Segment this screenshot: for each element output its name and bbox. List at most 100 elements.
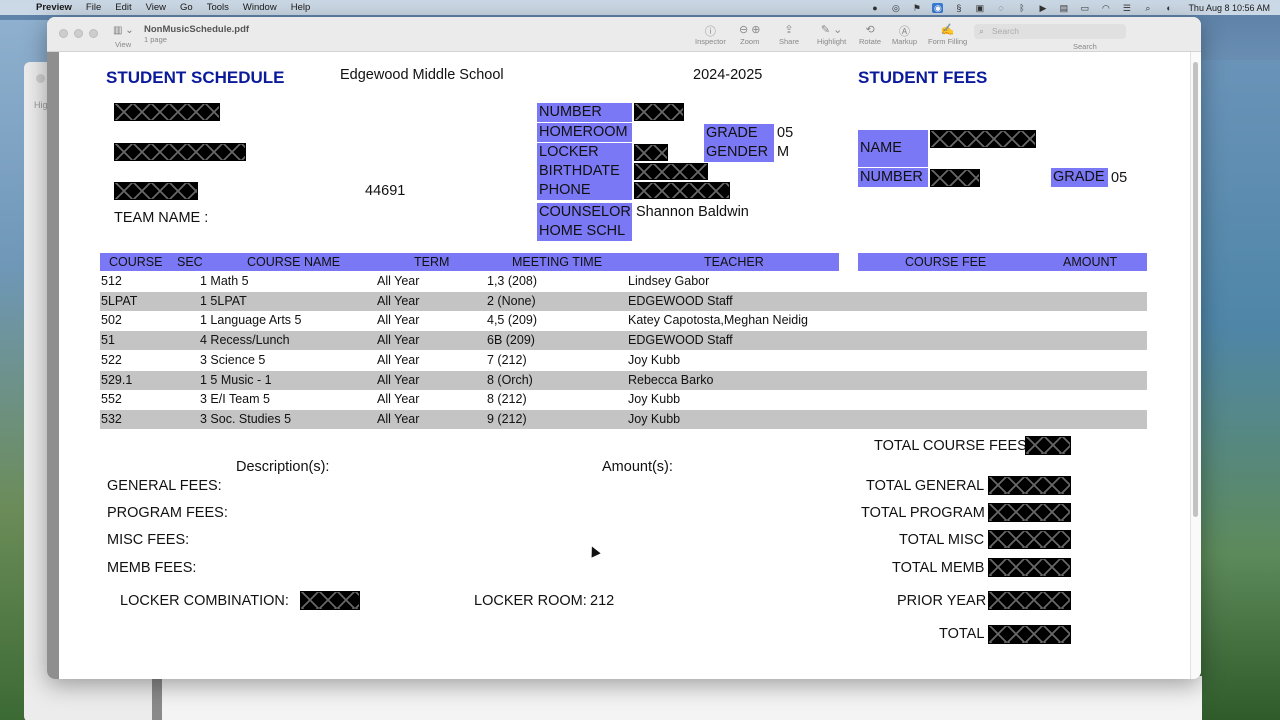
background-window-label: Hig <box>34 100 48 110</box>
counselor-label: COUNSELOR <box>537 203 632 222</box>
form-filling-label: Form Filling <box>928 37 968 46</box>
document-page-count: 1 page <box>144 35 167 44</box>
menu-edit[interactable]: Edit <box>115 2 131 13</box>
menu-tools[interactable]: Tools <box>207 2 229 13</box>
total-label: TOTAL <box>939 626 985 642</box>
redacted-student-name <box>114 103 220 121</box>
highlight-button[interactable]: ✎ ⌄ Highlight <box>817 23 846 46</box>
minimize-window-button[interactable] <box>74 29 83 38</box>
status-record-icon[interactable]: ● <box>869 3 880 13</box>
total-course-fees-label: TOTAL COURSE FEES <box>874 438 1027 454</box>
counselor-value: Shannon Baldwin <box>636 204 749 220</box>
col-amount: AMOUNT <box>1063 255 1118 269</box>
menu-view[interactable]: View <box>146 2 166 13</box>
cell-meeting: 8 (Orch) <box>487 373 533 387</box>
menu-go[interactable]: Go <box>180 2 193 13</box>
cell-term: All Year <box>377 333 420 347</box>
redacted-address <box>114 143 246 161</box>
cell-course: 502 <box>101 313 122 327</box>
prior-year-label: PRIOR YEAR <box>897 593 987 609</box>
col-meeting-time: MEETING TIME <box>512 255 603 269</box>
redacted-total-program <box>988 503 1071 522</box>
table-row: 502 1 Language Arts 5 All Year 4,5 (209)… <box>100 311 1147 330</box>
spotlight-search-icon[interactable]: ⌕ <box>1142 3 1153 13</box>
redacted-fees-number <box>930 169 980 187</box>
fees-name-label: NAME <box>858 130 928 167</box>
background-window-close-dot[interactable] <box>36 74 45 83</box>
document-title[interactable]: NonMusicSchedule.pdf <box>144 24 249 35</box>
status-app-icon[interactable]: ◉ <box>932 2 944 13</box>
cell-course: 529.1 <box>101 373 133 387</box>
status-sync-icon[interactable]: ◎ <box>890 3 901 13</box>
search-label: Search <box>1073 42 1097 51</box>
vertical-scrollbar[interactable] <box>1193 62 1198 517</box>
col-teacher: TEACHER <box>704 255 764 269</box>
cell-term: All Year <box>377 313 420 327</box>
menu-window[interactable]: Window <box>243 2 277 13</box>
table-row: 529.1 1 5 Music - 1 All Year 8 (Orch) Re… <box>100 371 1147 390</box>
locker-label: LOCKER <box>537 143 632 162</box>
cell-meeting: 4,5 (209) <box>487 313 538 327</box>
search-input[interactable]: ⌕ Search <box>974 24 1126 39</box>
cell-course: 532 <box>101 412 122 426</box>
cell-course-name: 3 Soc. Studies 5 <box>200 412 292 426</box>
general-fees-label: GENERAL FEES: <box>107 478 222 494</box>
cell-meeting: 2 (None) <box>487 294 536 308</box>
keyboard-icon[interactable]: ▤ <box>1058 3 1069 13</box>
siri-icon[interactable]: ◐ <box>1163 3 1174 13</box>
inspector-button[interactable]: ⓘ Inspector <box>695 23 726 46</box>
markup-button[interactable]: Ⓐ Markup <box>892 23 917 46</box>
share-button[interactable]: ⇪ Share <box>779 23 799 46</box>
schedule-title: STUDENT SCHEDULE <box>106 68 285 87</box>
fees-grade-value: 05 <box>1111 170 1128 186</box>
markup-label: Markup <box>892 37 918 46</box>
view-label: View <box>115 40 132 49</box>
redacted-total-course-fees <box>1025 436 1071 455</box>
total-program-label: TOTAL PROGRAM <box>861 505 985 521</box>
course-table-header: COURSE SEC COURSE NAME TERM MEETING TIME… <box>100 253 839 271</box>
cell-meeting: 1,3 (208) <box>487 274 538 288</box>
status-flag-icon[interactable]: ⚑ <box>911 3 922 13</box>
play-icon[interactable]: ▶ <box>1037 3 1048 13</box>
cell-course: 522 <box>101 353 122 367</box>
info-icon: ⓘ <box>704 26 716 38</box>
amounts-label: Amount(s): <box>602 459 673 475</box>
control-center-icon[interactable]: ☰ <box>1121 3 1132 13</box>
cell-course: 552 <box>101 392 122 406</box>
zoom-window-button[interactable] <box>89 29 98 38</box>
rotate-button[interactable]: ⟲ Rotate <box>859 23 881 46</box>
menu-file[interactable]: File <box>86 2 101 13</box>
col-sec: SEC <box>177 255 203 269</box>
cell-course: 51 <box>101 333 115 347</box>
bluetooth-icon[interactable]: ᛒ <box>1016 3 1027 13</box>
total-memb-label: TOTAL MEMB <box>892 560 985 576</box>
background-window-lower <box>152 676 1202 720</box>
battery-icon[interactable]: ▭ <box>1079 3 1090 13</box>
zoom-button[interactable]: ⊖ ⊕ Zoom <box>739 23 761 46</box>
cell-course-name: 1 Math 5 <box>200 274 249 288</box>
cell-teacher: Joy Kubb <box>628 392 681 406</box>
inspector-label: Inspector <box>695 37 726 46</box>
zip-code: 44691 <box>365 183 406 199</box>
locker-room-label: LOCKER ROOM: <box>474 593 587 609</box>
search-icon: ⌕ <box>979 26 985 36</box>
menu-clock[interactable]: Thu Aug 8 10:56 AM <box>1188 3 1270 13</box>
menu-app-name[interactable]: Preview <box>36 2 72 13</box>
fee-table-header: COURSE FEE AMOUNT <box>858 253 1147 271</box>
form-filling-button[interactable]: ✍ Form Filling <box>928 23 967 46</box>
window-toolbar: ▥ ⌄ View NonMusicSchedule.pdf 1 page ⓘ In… <box>47 17 1201 52</box>
close-window-button[interactable] <box>59 29 68 38</box>
table-row: 512 1 Math 5 All Year 1,3 (208) Lindsey … <box>100 272 1147 291</box>
zoom-label: Zoom <box>740 37 760 46</box>
wifi-icon[interactable]: ◠ <box>1100 3 1111 13</box>
sidebar-toggle-icon[interactable]: ▥ ⌄ <box>113 25 134 36</box>
home-school-label: HOME SCHL <box>537 222 632 241</box>
status-box-icon[interactable]: ▣ <box>974 3 985 13</box>
cell-teacher: EDGEWOOD Staff <box>628 333 733 347</box>
share-label: Share <box>779 37 800 46</box>
status-s-icon[interactable]: § <box>953 3 964 13</box>
menu-help[interactable]: Help <box>291 2 311 13</box>
status-wave-icon[interactable]: ◌ <box>995 3 1006 13</box>
phone-label: PHONE <box>537 181 632 200</box>
cell-term: All Year <box>377 392 420 406</box>
